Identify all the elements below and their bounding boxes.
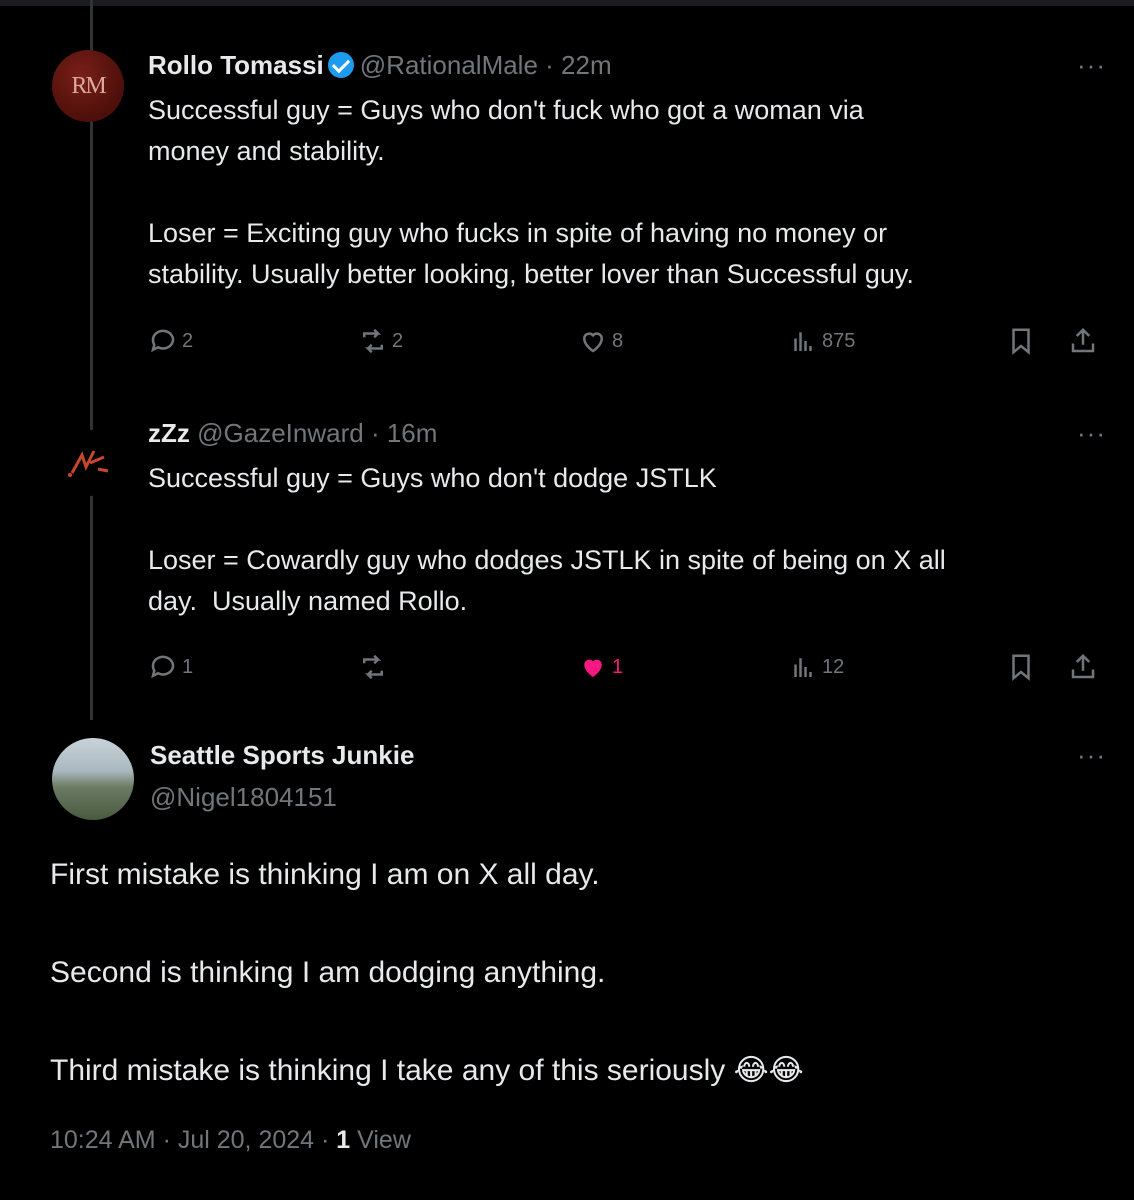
repost-count: 2 xyxy=(392,329,404,352)
views-icon xyxy=(794,332,812,351)
repost-icon xyxy=(363,328,383,354)
avatar-text: RM xyxy=(71,72,106,99)
repost-icon xyxy=(363,654,383,680)
user-handle[interactable]: @RationalMale xyxy=(360,50,538,80)
top-border xyxy=(0,0,1134,6)
like-count: 1 xyxy=(612,655,624,678)
timestamp-text[interactable]: 10:24 AM · Jul 20, 2024 · xyxy=(50,1126,336,1154)
like-count: 8 xyxy=(612,329,624,352)
avatar[interactable]: RM xyxy=(52,50,124,122)
share-icon xyxy=(1071,327,1095,353)
user-handle[interactable]: @GazeInward xyxy=(197,418,364,448)
tweet-text: Successful guy = Guys who don't dodge JS… xyxy=(148,463,946,616)
tweet-header: zZz @GazeInward · 16m xyxy=(148,418,437,449)
tweet-header: Rollo Tomassi @RationalMale · 22m xyxy=(148,50,612,81)
bookmark-icon xyxy=(1012,654,1030,681)
view-count: 875 xyxy=(822,329,856,352)
user-handle-row: @Nigel1804151 xyxy=(150,782,337,813)
like-button[interactable]: 1 xyxy=(578,652,623,682)
reply-icon xyxy=(151,655,175,679)
tweet-header: Seattle Sports Junkie xyxy=(150,740,414,771)
tweet-time[interactable]: · 22m xyxy=(545,50,611,80)
verified-badge-icon xyxy=(327,52,354,78)
bookmark-button[interactable] xyxy=(1006,326,1040,356)
display-name[interactable]: zZz xyxy=(148,418,190,448)
user-handle[interactable]: @Nigel1804151 xyxy=(150,782,337,812)
repost-button[interactable]: 2 xyxy=(358,326,403,356)
bookmark-icon xyxy=(1012,328,1030,355)
repost-button[interactable] xyxy=(358,652,392,682)
like-icon xyxy=(582,332,604,353)
tweet-actions: 1 1 12 xyxy=(148,652,1108,692)
views-button[interactable]: 875 xyxy=(788,326,855,356)
reply-count: 1 xyxy=(182,655,194,678)
view-count: 1 xyxy=(336,1126,351,1154)
more-options-icon[interactable]: ··· xyxy=(1077,740,1106,771)
tweet-actions: 2 2 8 875 xyxy=(148,326,1108,366)
reply-count: 2 xyxy=(182,329,194,352)
share-icon xyxy=(1071,653,1095,679)
like-icon xyxy=(584,659,602,677)
views-icon xyxy=(794,658,812,677)
reply-icon xyxy=(151,329,175,353)
avatar[interactable] xyxy=(56,430,122,496)
views-button[interactable]: 12 xyxy=(788,652,844,682)
avatar[interactable] xyxy=(52,738,134,820)
more-options-icon[interactable]: ··· xyxy=(1077,418,1106,449)
share-button[interactable] xyxy=(1068,652,1102,682)
tweet-timestamp: 10:24 AM · Jul 20, 2024 · 1 View xyxy=(50,1126,411,1155)
like-button[interactable]: 8 xyxy=(578,326,623,356)
reply-button[interactable]: 2 xyxy=(148,326,193,356)
views-label[interactable]: View xyxy=(350,1126,411,1154)
reply-button[interactable]: 1 xyxy=(148,652,193,682)
display-name[interactable]: Rollo Tomassi xyxy=(148,50,324,80)
bookmark-button[interactable] xyxy=(1006,652,1040,682)
avatar-glyph-icon xyxy=(68,450,109,477)
share-button[interactable] xyxy=(1068,326,1102,356)
main-tweet-text: First mistake is thinking I am on X all … xyxy=(50,858,804,1087)
more-options-icon[interactable]: ··· xyxy=(1077,50,1106,81)
tweet-time[interactable]: · 16m xyxy=(371,418,437,448)
display-name[interactable]: Seattle Sports Junkie xyxy=(150,740,414,770)
tweet-text: Successful guy = Guys who don't fuck who… xyxy=(148,95,914,289)
view-count: 12 xyxy=(822,655,845,678)
